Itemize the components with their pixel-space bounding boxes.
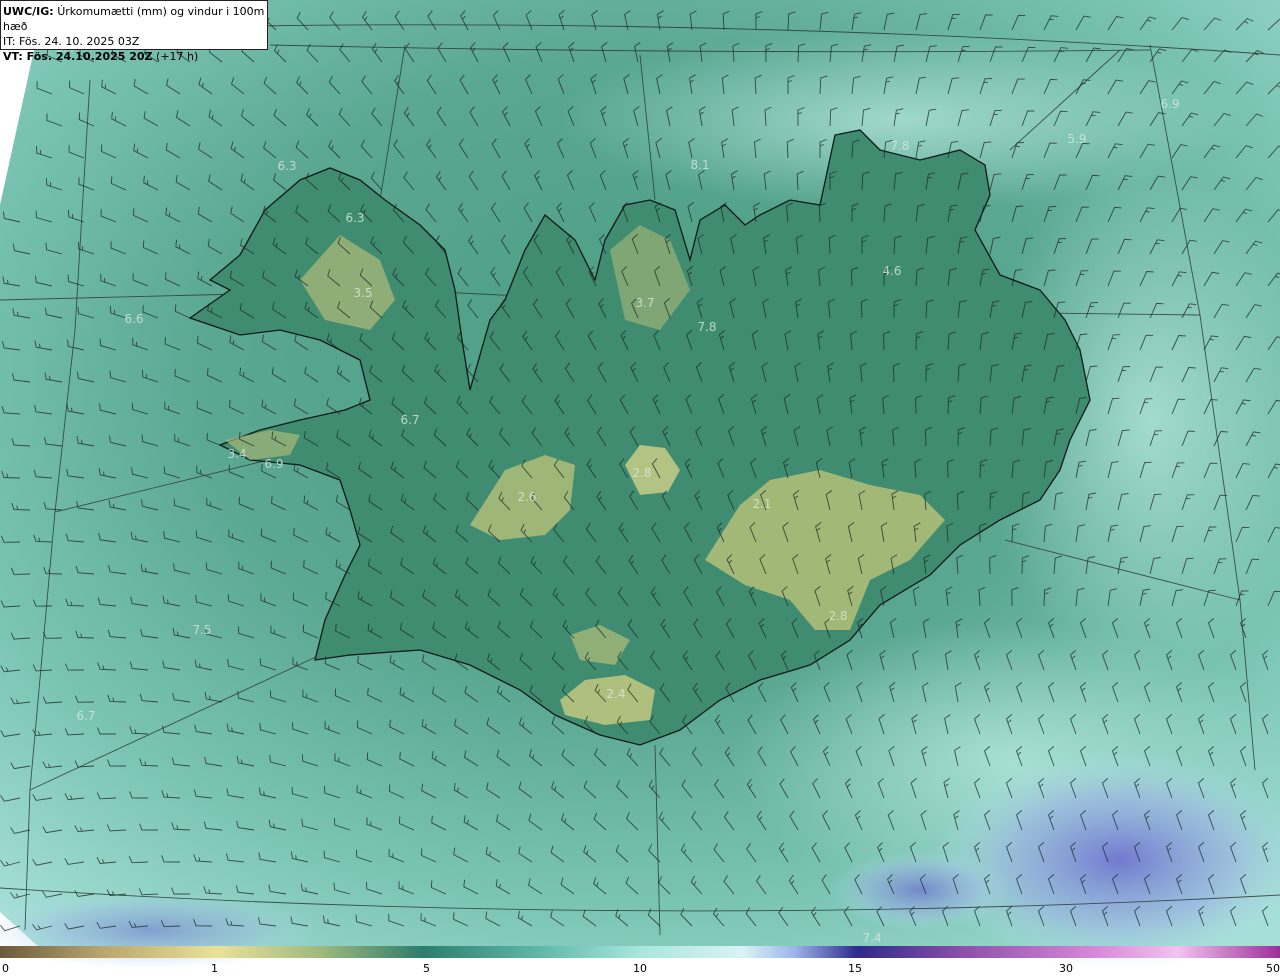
- precip-value-label: 7.4: [862, 931, 881, 945]
- colorbar-tick-label: 0: [2, 962, 9, 975]
- precip-value-label: 2.8: [632, 466, 651, 480]
- colorbar-tick-label: 10: [633, 962, 647, 975]
- precip-value-label: 4.6: [882, 264, 901, 278]
- valid-time-prefix: VT: Fös. 24.10.2025 20Z: [3, 50, 153, 63]
- init-time-line: IT: Fös. 24. 10. 2025 03Z: [3, 34, 265, 49]
- precip-value-label: 5.9: [1067, 132, 1086, 146]
- precip-value-label: 3.7: [635, 296, 654, 310]
- precip-value-label: 8.1: [690, 158, 709, 172]
- colorbar-tick-label: 1: [211, 962, 218, 975]
- precipitation-wind-map: 5.46.36.36.63.56.73.46.92.62.88.13.77.84…: [0, 0, 1280, 978]
- precip-value-label: 6.9: [1160, 97, 1179, 111]
- precip-value-label: 6.7: [76, 709, 95, 723]
- colorbar-tick-label: 5: [423, 962, 430, 975]
- product-title-line: UWC/IG: Úrkomumætti (mm) og vindur i 100…: [3, 4, 265, 34]
- colorbar-tick-label: 15: [848, 962, 862, 975]
- precip-value-label: 2.1: [752, 497, 771, 511]
- model-name: UWC/IG:: [3, 5, 54, 18]
- heavy-precip-south: [830, 850, 1010, 930]
- colorbar-tick-labels: 0 1 5 10 15 30 50: [0, 962, 1280, 978]
- precip-value-label: 6.9: [264, 457, 283, 471]
- init-time-prefix: IT:: [3, 35, 16, 48]
- precip-value-label: 6.3: [345, 211, 364, 225]
- precip-value-label: 3.5: [353, 286, 372, 300]
- precip-value-label: 6.6: [124, 312, 143, 326]
- precip-value-label: 2.6: [517, 490, 536, 504]
- colorbar-tick-label: 50: [1266, 962, 1280, 975]
- map-info-box: UWC/IG: Úrkomumætti (mm) og vindur i 100…: [0, 0, 268, 63]
- precip-value-label: 7.8: [697, 320, 716, 334]
- precip-value-label: 6.7: [400, 413, 419, 427]
- init-time-value: Fös. 24. 10. 2025 03Z: [18, 35, 140, 48]
- valid-time-line: VT: Fös. 24.10.2025 20Z (+17 h): [3, 49, 265, 64]
- precip-value-label: 7.8: [890, 139, 909, 153]
- precip-value-label: 2.8: [828, 609, 847, 623]
- colorbar-tick-label: 30: [1059, 962, 1073, 975]
- precip-value-label: 3.4: [227, 447, 246, 461]
- precip-value-label: 2.4: [606, 687, 625, 701]
- precip-value-label: 6.3: [277, 159, 296, 173]
- colorbar: [0, 946, 1280, 958]
- precip-value-label: 7.5: [192, 623, 211, 637]
- lead-time: (+17 h): [156, 50, 199, 63]
